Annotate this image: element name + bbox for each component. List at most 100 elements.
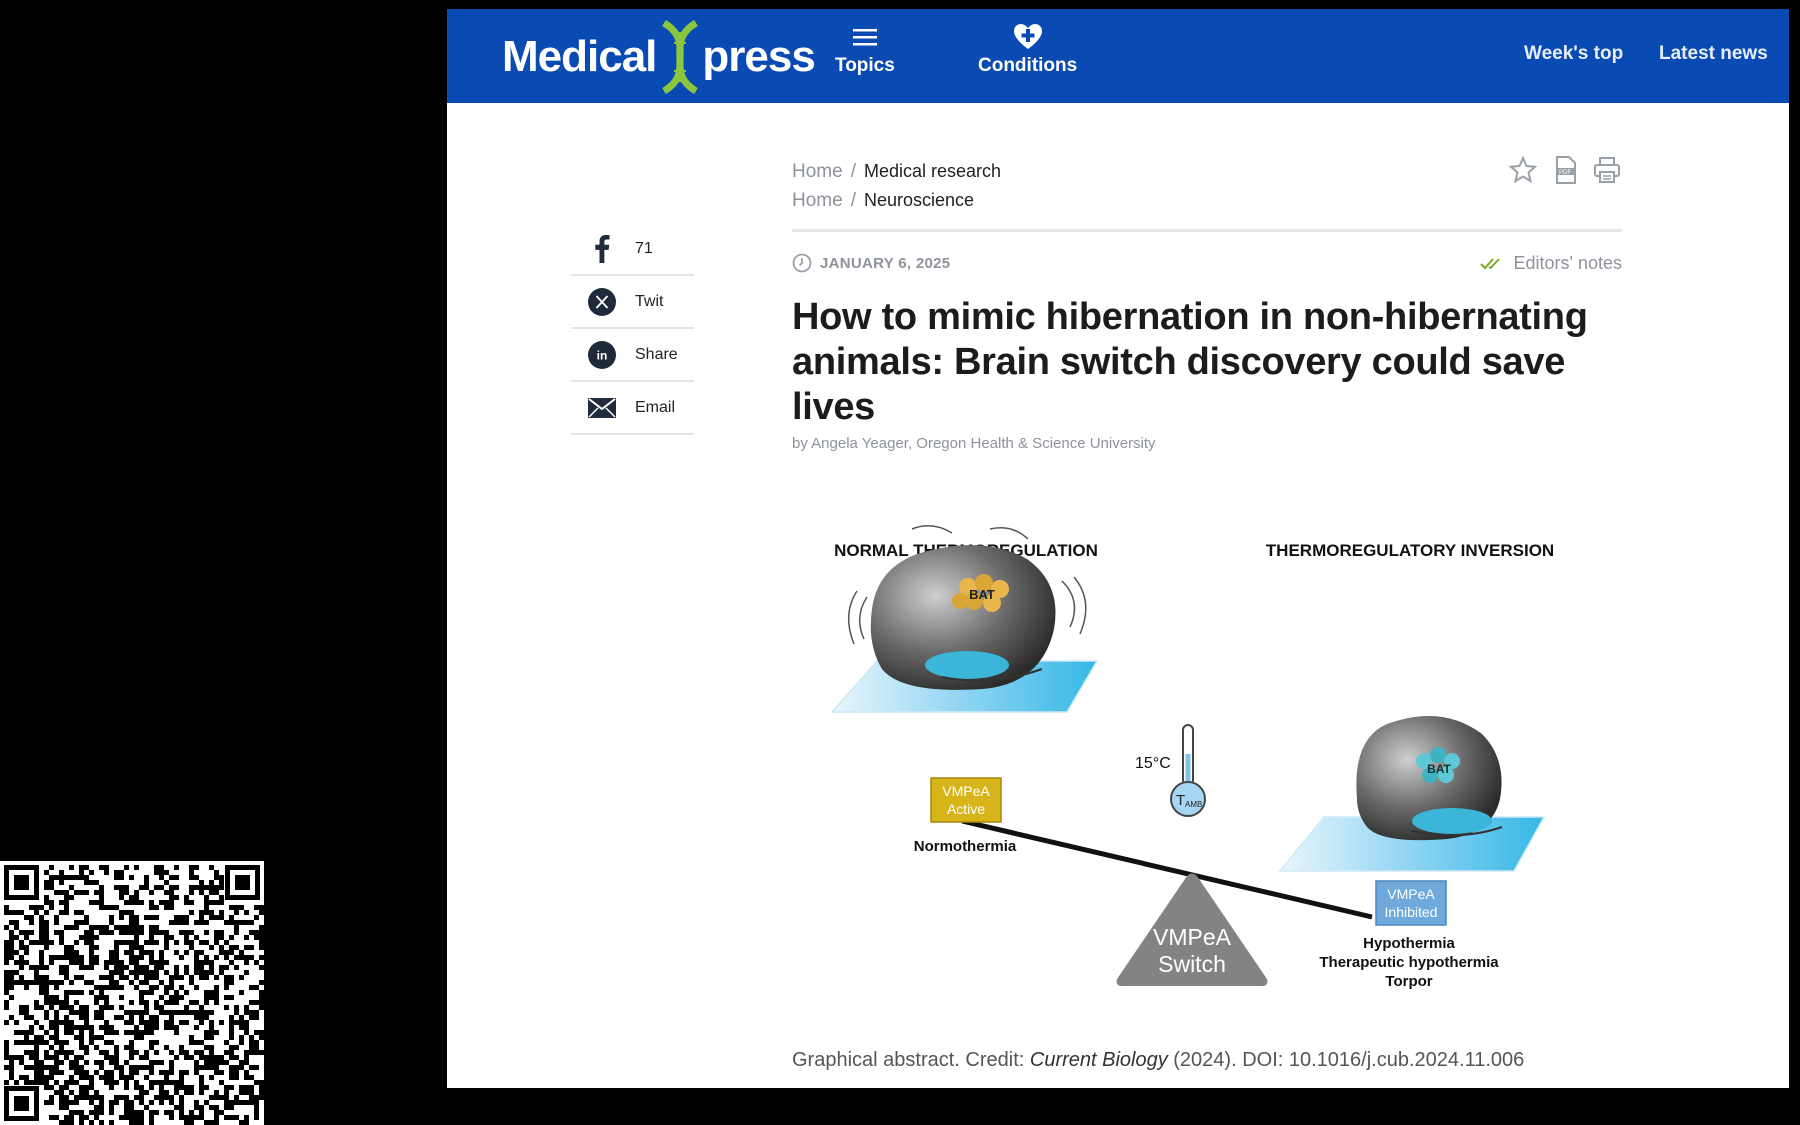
qr-module	[89, 880, 94, 885]
qr-module	[39, 1065, 44, 1070]
qr-module	[89, 1035, 94, 1040]
qr-module	[204, 905, 209, 910]
qr-module	[49, 905, 54, 910]
qr-module	[89, 900, 94, 905]
qr-module	[214, 975, 219, 980]
qr-module	[224, 1115, 229, 1120]
qr-module	[214, 935, 219, 940]
qr-module	[244, 1060, 249, 1065]
qr-module	[134, 1025, 139, 1030]
breadcrumb: Home / Medical research Home / Neuroscience	[792, 157, 1001, 215]
qr-module	[214, 890, 219, 895]
nav-latest-news[interactable]: Latest news	[1659, 43, 1768, 65]
qr-module	[149, 1115, 154, 1120]
qr-module	[9, 980, 14, 985]
qr-module	[214, 1095, 219, 1100]
nav-topics[interactable]: Topics	[835, 23, 895, 77]
qr-module	[119, 995, 124, 1000]
qr-module	[49, 940, 54, 945]
qr-module	[229, 960, 234, 965]
qr-module	[64, 1105, 69, 1110]
qr-module	[194, 865, 199, 870]
breadcrumb-home-link[interactable]: Home	[792, 190, 843, 211]
qr-module	[139, 1115, 144, 1120]
qr-module	[139, 1000, 144, 1005]
qr-module	[224, 1005, 229, 1010]
tamb-label-t: T	[1176, 792, 1185, 809]
share-linkedin-button[interactable]: in Share	[571, 329, 694, 382]
graphical-abstract-figure[interactable]: NORMAL THERMOREGULATION THERMOREGULATORY…	[792, 509, 1622, 1009]
qr-module	[84, 940, 89, 945]
qr-module	[59, 1005, 64, 1010]
qr-module	[194, 1050, 199, 1055]
star-bookmark-icon[interactable]	[1508, 155, 1538, 185]
qr-module	[174, 915, 179, 920]
qr-module	[114, 1055, 119, 1060]
qr-module	[189, 900, 194, 905]
qr-module	[149, 1070, 154, 1075]
qr-module	[14, 960, 19, 965]
qr-module	[189, 1120, 194, 1125]
logo-text-press: press	[702, 32, 815, 81]
qr-module	[59, 935, 64, 940]
qr-module	[244, 1085, 249, 1090]
share-twitter-button[interactable]: Twit	[571, 276, 694, 329]
qr-module	[199, 890, 204, 895]
breadcrumb-home-link[interactable]: Home	[792, 161, 843, 182]
print-icon[interactable]	[1592, 155, 1622, 185]
qr-module	[154, 915, 159, 920]
share-email-button[interactable]: Email	[571, 382, 694, 435]
qr-module	[39, 950, 44, 955]
qr-module	[219, 930, 224, 935]
qr-module	[169, 1010, 174, 1015]
qr-module	[259, 1000, 264, 1005]
qr-module	[254, 1000, 259, 1005]
qr-module	[129, 1000, 134, 1005]
qr-module	[239, 905, 244, 910]
share-facebook-button[interactable]: 71	[571, 223, 694, 276]
x-twitter-icon	[587, 287, 617, 316]
qr-module	[44, 900, 49, 905]
site-logo[interactable]: Medical press	[502, 19, 816, 95]
qr-module	[119, 915, 124, 920]
breadcrumb-medical-research-link[interactable]: Medical research	[864, 161, 1001, 181]
qr-module	[134, 945, 139, 950]
qr-module	[89, 925, 94, 930]
breadcrumb-neuroscience-link[interactable]: Neuroscience	[864, 190, 974, 210]
nav-conditions[interactable]: Conditions	[978, 23, 1077, 77]
qr-module	[34, 1070, 39, 1075]
qr-module	[259, 980, 264, 985]
qr-module	[74, 910, 79, 915]
qr-module	[234, 905, 239, 910]
qr-module	[154, 1060, 159, 1065]
qr-module	[124, 1045, 129, 1050]
qr-module	[239, 1060, 244, 1065]
qr-module	[74, 1065, 79, 1070]
qr-module	[244, 1020, 249, 1025]
qr-module	[259, 955, 264, 960]
qr-module	[89, 1085, 94, 1090]
nav-weeks-top[interactable]: Week's top	[1524, 43, 1623, 65]
qr-module	[34, 1000, 39, 1005]
qr-module	[134, 1120, 139, 1125]
qr-module	[39, 930, 44, 935]
qr-module	[9, 930, 14, 935]
qr-module	[254, 935, 259, 940]
qr-module	[224, 1085, 229, 1090]
qr-module	[209, 1045, 214, 1050]
qr-module	[49, 1025, 54, 1030]
qr-module	[154, 1110, 159, 1115]
qr-module	[84, 880, 89, 885]
qr-module	[214, 885, 219, 890]
qr-module	[254, 1115, 259, 1120]
qr-module	[64, 1000, 69, 1005]
pdf-icon[interactable]: PDF	[1550, 155, 1580, 185]
qr-module	[44, 880, 49, 885]
qr-module	[124, 1095, 129, 1100]
switch-label-line1: VMPeA	[1153, 924, 1232, 950]
qr-module	[39, 935, 44, 940]
qr-module	[184, 920, 189, 925]
qr-module	[219, 1110, 224, 1115]
qr-module	[214, 995, 219, 1000]
editors-notes-link[interactable]: Editors' notes	[1479, 253, 1622, 274]
